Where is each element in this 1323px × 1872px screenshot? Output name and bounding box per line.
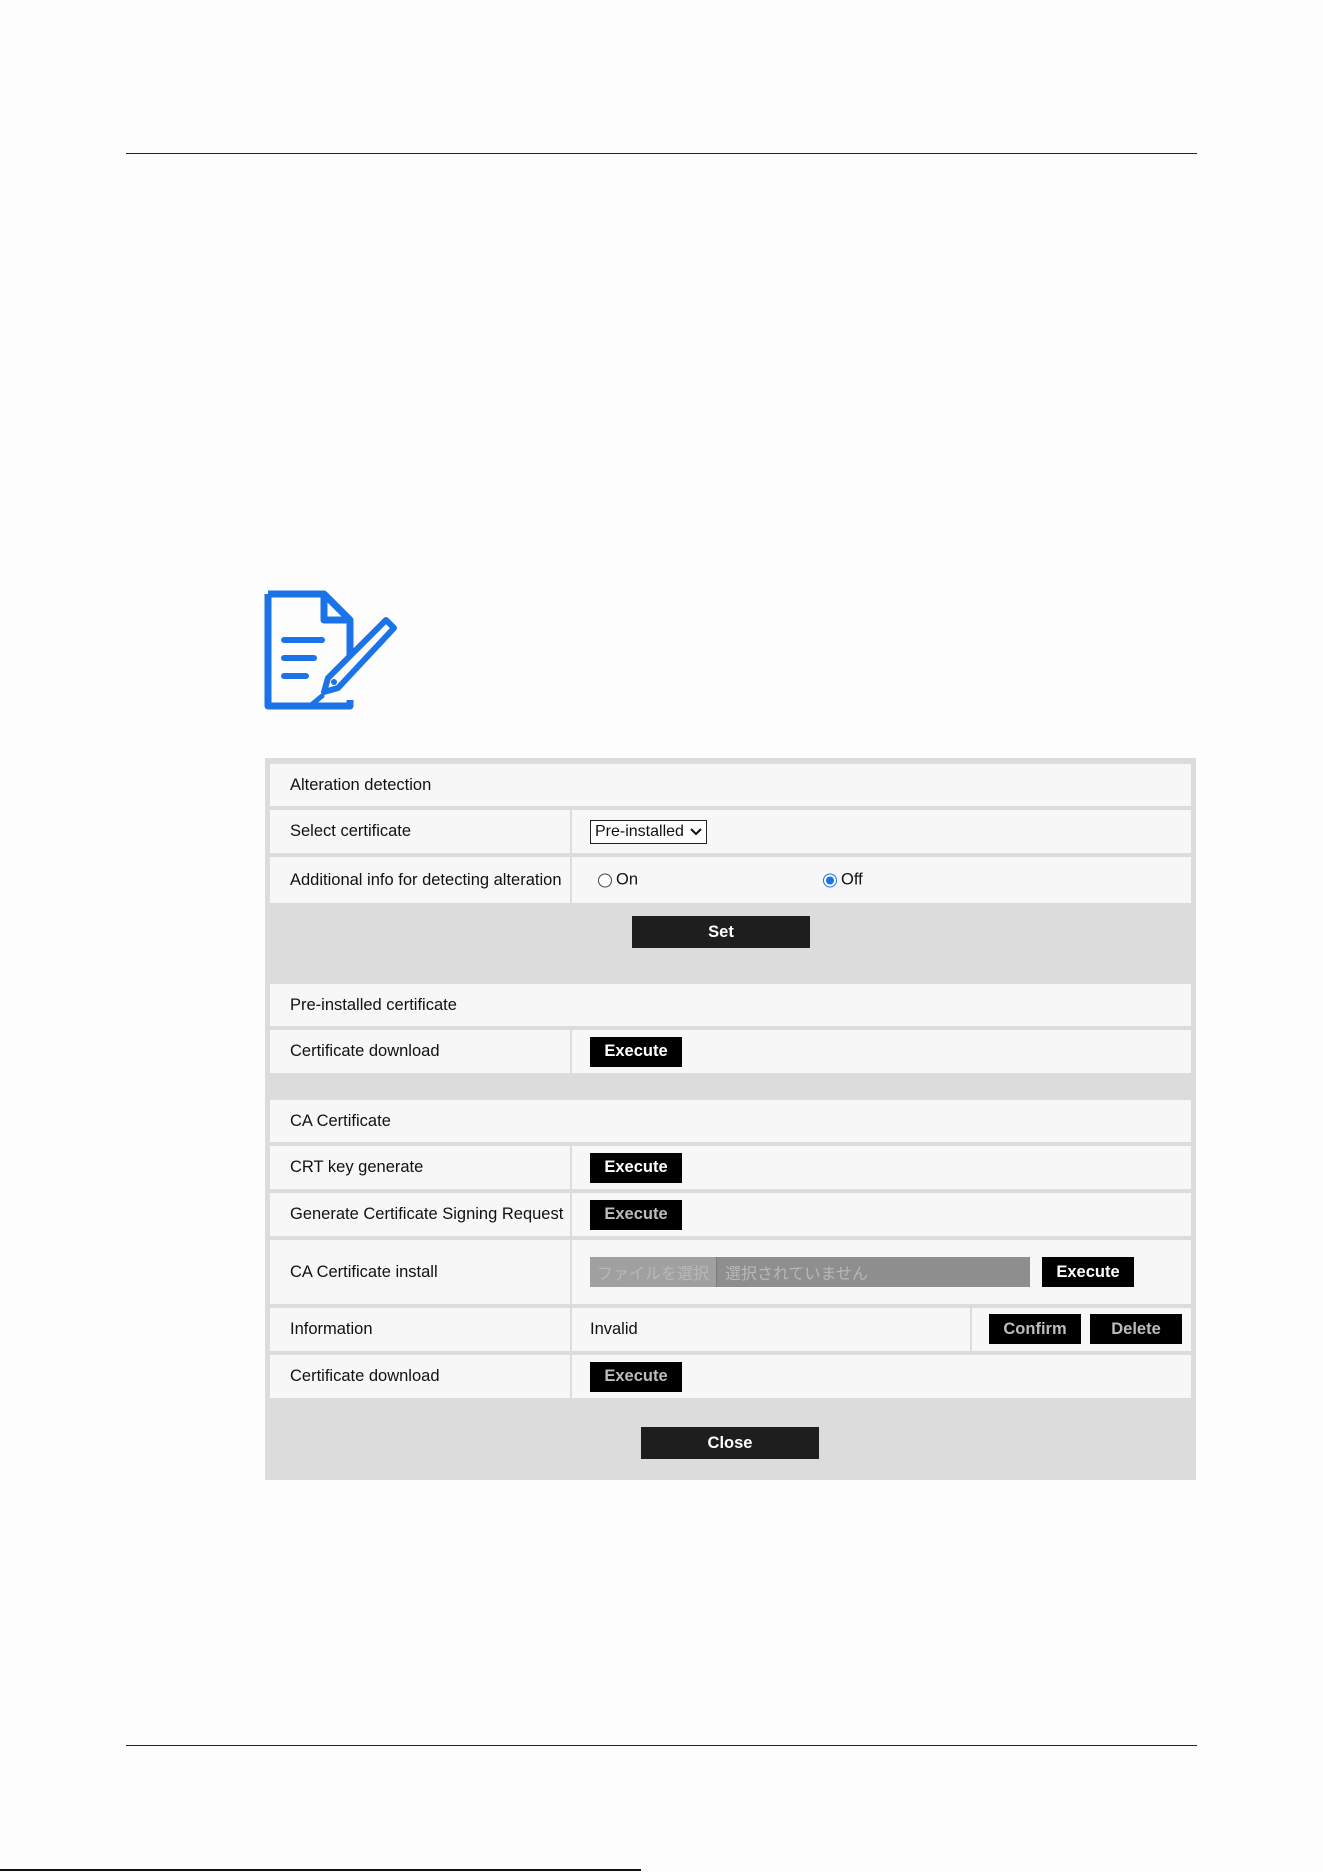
chevron-down-icon bbox=[690, 827, 702, 835]
ca-install-button[interactable]: Execute bbox=[1042, 1257, 1134, 1287]
confirm-button[interactable]: Confirm bbox=[989, 1314, 1081, 1344]
preinstalled-download-row: Certificate download Execute bbox=[270, 1030, 1191, 1073]
field-label: Generate Certificate Signing Request bbox=[270, 1193, 572, 1236]
choose-file-button[interactable]: ファイルを選択 bbox=[590, 1257, 717, 1287]
field-label: Certificate download bbox=[270, 1030, 572, 1073]
section-title: CA Certificate bbox=[290, 1111, 391, 1130]
field-label: Select certificate bbox=[270, 810, 572, 853]
radio-on[interactable]: On bbox=[598, 871, 638, 890]
divider bbox=[970, 1308, 972, 1351]
close-button[interactable]: Close bbox=[641, 1427, 819, 1459]
information-row: Information Invalid Confirm Delete bbox=[270, 1308, 1191, 1351]
csr-row: Generate Certificate Signing Request Exe… bbox=[270, 1193, 1191, 1236]
ca-download-row: Certificate download Execute bbox=[270, 1355, 1191, 1398]
csr-button[interactable]: Execute bbox=[590, 1199, 682, 1230]
field-label: CRT key generate bbox=[270, 1146, 572, 1189]
preinstalled-download-button[interactable]: Execute bbox=[590, 1036, 682, 1067]
field-label: Additional info for detecting alteration bbox=[270, 857, 572, 903]
radio-off-label: Off bbox=[841, 870, 863, 889]
radio-on-label: On bbox=[616, 870, 639, 889]
footnote-rule bbox=[0, 1869, 641, 1871]
alteration-header-row: Alteration detection bbox=[270, 764, 1191, 806]
select-value: Pre-installed bbox=[595, 822, 684, 840]
radio-on-circle[interactable] bbox=[598, 873, 612, 887]
ca-install-row: CA Certificate install ファイルを選択 選択されていません… bbox=[270, 1240, 1191, 1304]
section-title: Alteration detection bbox=[290, 775, 432, 794]
file-input[interactable]: ファイルを選択 選択されていません bbox=[590, 1257, 1030, 1287]
additional-info-row: Additional info for detecting alteration… bbox=[270, 857, 1191, 903]
ca-header-row: CA Certificate bbox=[270, 1100, 1191, 1142]
note-pen-icon bbox=[264, 590, 397, 710]
section-title: Pre-installed certificate bbox=[290, 995, 457, 1014]
field-label: Information bbox=[270, 1308, 572, 1351]
radio-off[interactable]: Off bbox=[823, 871, 863, 890]
file-status: 選択されていません bbox=[725, 1266, 869, 1283]
crt-key-button[interactable]: Execute bbox=[590, 1152, 682, 1183]
header-rule bbox=[126, 153, 1197, 154]
delete-button[interactable]: Delete bbox=[1090, 1314, 1182, 1344]
field-label: Certificate download bbox=[270, 1355, 572, 1398]
footer-rule bbox=[126, 1745, 1197, 1746]
settings-panel: Alteration detection Select certificate … bbox=[265, 758, 1196, 1480]
preinstalled-header-row: Pre-installed certificate bbox=[270, 984, 1191, 1026]
set-button[interactable]: Set bbox=[632, 916, 810, 948]
field-label: CA Certificate install bbox=[270, 1240, 572, 1304]
crt-key-row: CRT key generate Execute bbox=[270, 1146, 1191, 1189]
information-value: Invalid bbox=[590, 1320, 638, 1338]
ca-download-button[interactable]: Execute bbox=[590, 1361, 682, 1392]
certificate-select[interactable]: Pre-installed bbox=[590, 819, 707, 844]
radio-off-circle[interactable] bbox=[823, 873, 837, 887]
select-certificate-row: Select certificate Pre-installed bbox=[270, 810, 1191, 853]
